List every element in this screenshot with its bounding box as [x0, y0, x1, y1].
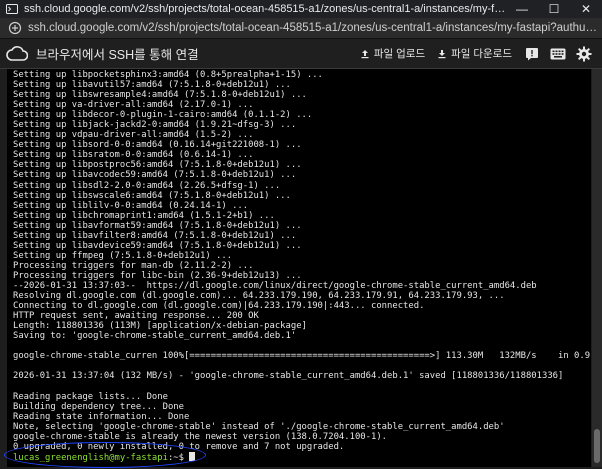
terminal-cursor [189, 451, 196, 461]
terminal-scrollbar[interactable] [592, 69, 602, 467]
feedback-icon[interactable] [524, 46, 540, 62]
terminal-line: Setting up libavdevice59:amd64 (7:5.1.8-… [13, 240, 302, 251]
terminal-line: Processing triggers for man-db (2.11.2-2… [13, 260, 254, 271]
terminal-line: Setting up libchromaprint1:amd64 (1.5.1-… [13, 210, 275, 221]
terminal-line: Reading state information... Done [13, 411, 190, 422]
terminal-output[interactable]: Setting up libpocketsphinx3:amd64 (0.8+5… [7, 69, 591, 467]
terminal-line: Setting up libdecor-0-plugin-1-cairo:amd… [13, 110, 313, 121]
terminal-line: 2026-01-31 13:37:04 (132 MB/s) - 'google… [13, 371, 564, 382]
terminal-line: Setting up libsratom-0-0:amd64 (0.6.14-1… [13, 150, 254, 161]
terminal-line: Reading package lists... Done [13, 391, 168, 402]
terminal-line: Setting up libswresample4:amd64 (7:5.1.8… [13, 90, 307, 101]
terminal-line: Processing triggers for libc-bin (2.36-9… [13, 270, 302, 281]
terminal-line: Setting up vdpau-driver-all:amd64 (1.5-2… [13, 130, 254, 141]
terminal-text: Setting up libpocketsphinx3:amd64 (0.8+5… [7, 69, 591, 463]
address-bar[interactable]: ssh.cloud.google.com/v2/ssh/projects/tot… [0, 18, 602, 39]
minimize-button[interactable]: — [506, 0, 538, 18]
prompt-user-host: lucas_greenenglish@my-fastapi [13, 452, 168, 463]
download-icon [438, 49, 446, 58]
terminal-line: Setting up libjack-jackd2-0:amd64 (1.9.2… [13, 120, 297, 131]
terminal-line: Setting up libsdl2-2.0-0:amd64 (2.26.5+d… [13, 180, 281, 191]
download-file-label: 파일 다운로드 [451, 48, 512, 60]
ssh-window-title: 브라우저에서 SSH를 통해 연결 [36, 48, 199, 62]
upload-file-label: 파일 업로드 [373, 48, 426, 60]
browser-title-bar: ssh.cloud.google.com/v2/ssh/projects/tot… [0, 0, 602, 18]
upload-icon [361, 49, 369, 58]
terminal-line: Connecting to dl.google.com (dl.google.c… [13, 301, 425, 312]
address-url[interactable]: ssh.cloud.google.com/v2/ssh/projects/tot… [28, 22, 602, 34]
terminal-line: Setting up libavfilter8:amd64 (7:5.1.8-0… [13, 230, 297, 241]
gear-icon[interactable] [576, 46, 592, 62]
terminal-line: Setting up libavcodec59:amd64 (7:5.1.8-0… [13, 170, 297, 181]
ssh-toolbar: 브라우저에서 SSH를 통해 연결 파일 업로드 파일 다운로드 [0, 39, 602, 69]
keyboard-icon[interactable] [550, 46, 566, 62]
shell-prompt[interactable]: lucas_greenenglish@my-fastapi:~$ [13, 451, 591, 463]
maximize-button[interactable]: ☐ [538, 0, 570, 18]
google-cloud-logo-icon [6, 43, 28, 65]
terminal-line: Setting up liblilv-0-0:amd64 (0.24.14-1)… [13, 200, 249, 211]
terminal-line: google-chrome-stable is already the newe… [13, 431, 388, 442]
terminal-line: Setting up libpostproc56:amd64 (7:5.1.8-… [13, 160, 302, 171]
window-title-url: ssh.cloud.google.com/v2/ssh/projects/tot… [24, 3, 506, 15]
terminal-line: Setting up ffmpeg (7:5.1.8-0+deb12u1) ..… [13, 250, 233, 261]
terminal-line: HTTP request sent, awaiting response... … [13, 311, 259, 322]
terminal-line: Saving to: 'google-chrome-stable_current… [13, 331, 297, 342]
ssh-favicon-icon [6, 3, 18, 15]
terminal-line: Length: 118801336 (113M) [application/x-… [13, 321, 307, 332]
site-info-icon[interactable] [8, 21, 22, 35]
terminal-line: Resolving dl.google.com (dl.google.com).… [13, 291, 505, 302]
terminal-line: --2026-01-31 13:37:03-- https://dl.googl… [13, 280, 537, 291]
terminal-line: Building dependency tree... Done [13, 401, 184, 412]
prompt-path: :~$ [167, 452, 190, 463]
terminal-line: Setting up libpocketsphinx3:amd64 (0.8+5… [13, 70, 323, 80]
upload-file-button[interactable]: 파일 업로드 [360, 46, 425, 61]
scrollbar-thumb[interactable] [594, 429, 600, 463]
terminal-line: google-chrome-stable_curren 100%[=======… [13, 351, 591, 362]
terminal-line: 0 upgraded, 0 newly installed, 0 to remo… [13, 441, 345, 452]
terminal-line: Setting up libavformat59:amd64 (7:5.1.8-… [13, 220, 302, 231]
terminal-line: Setting up libswscale6:amd64 (7:5.1.8-0+… [13, 190, 291, 201]
terminal-line: Note, selecting 'google-chrome-stable' i… [13, 421, 505, 432]
download-file-button[interactable]: 파일 다운로드 [437, 46, 512, 61]
terminal-line: Setting up libavutil57:amd64 (7:5.1.8-0+… [13, 80, 291, 91]
terminal-line: Setting up libsord-0-0:amd64 (0.16.14+gi… [13, 140, 302, 151]
terminal-line: Setting up va-driver-all:amd64 (2.17.0-1… [13, 100, 254, 111]
close-window-button[interactable]: ✕ [570, 0, 602, 18]
